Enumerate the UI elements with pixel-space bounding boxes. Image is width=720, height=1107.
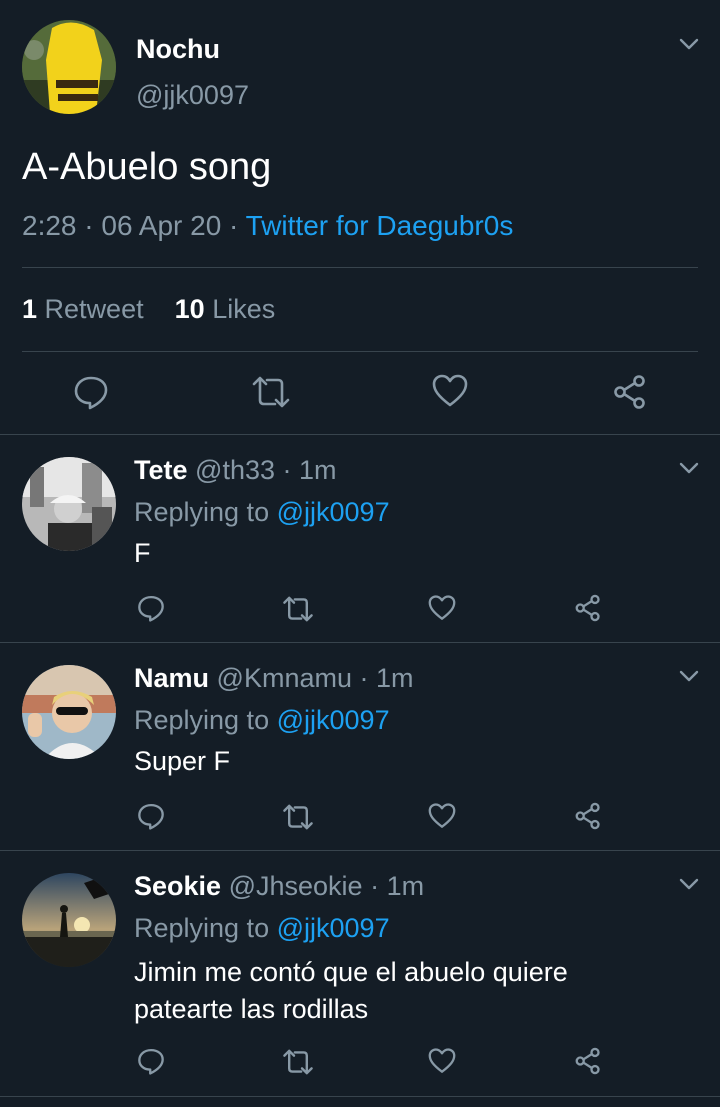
reply-header: Tete @th33 · 1m (134, 455, 337, 486)
retweet-icon[interactable] (282, 1049, 314, 1075)
replying-prefix: Replying to (134, 497, 270, 527)
replying-prefix: Replying to (134, 913, 270, 943)
divider (22, 351, 698, 352)
mention-link[interactable]: @jjk0097 (277, 705, 390, 735)
mention-link[interactable]: @jjk0097 (277, 913, 390, 943)
display-name[interactable]: Tete (134, 455, 188, 485)
tweet-text: A-Abuelo song (22, 146, 272, 188)
display-name[interactable]: Namu (134, 663, 209, 693)
divider (0, 434, 720, 435)
reply-text: Jimin me contó que el abuelo quiere pate… (134, 954, 568, 1028)
share-icon[interactable] (574, 594, 602, 622)
retweet-icon[interactable] (282, 804, 314, 830)
tweet-stats: 1 Retweet 10 Likes (22, 294, 275, 325)
handle[interactable]: @th33 (195, 455, 275, 485)
speech-bubble-icon[interactable] (137, 802, 165, 830)
tweet-source-link[interactable]: Twitter for Daegubr0s (246, 210, 514, 241)
divider (0, 1096, 720, 1097)
divider (0, 850, 720, 851)
reply-time: · 1m (370, 871, 425, 901)
display-name[interactable]: Nochu (136, 34, 220, 65)
meta-separator: · (84, 210, 94, 241)
divider (0, 642, 720, 643)
retweets-stat[interactable]: 1 Retweet (22, 294, 151, 324)
heart-icon[interactable] (432, 374, 468, 408)
reply-time: · 1m (359, 663, 414, 693)
divider (22, 267, 698, 268)
likes-count: 10 (174, 294, 205, 324)
replying-to: Replying to @jjk0097 (134, 913, 390, 944)
meta-separator: · (229, 210, 239, 241)
share-icon[interactable] (612, 374, 648, 410)
share-icon[interactable] (574, 802, 602, 830)
speech-bubble-icon[interactable] (73, 374, 109, 410)
chevron-down-icon[interactable] (678, 460, 700, 476)
avatar[interactable] (22, 665, 116, 759)
avatar[interactable] (22, 873, 116, 967)
reply-text-line: patearte las rodillas (134, 994, 369, 1024)
tweet-date: 06 Apr 20 (101, 210, 222, 241)
likes-label: Likes (212, 294, 276, 324)
retweets-count: 1 (22, 294, 38, 324)
reply-time: · 1m (282, 455, 337, 485)
reply-text-line: Jimin me contó que el abuelo quiere (134, 957, 568, 987)
retweet-icon[interactable] (282, 596, 314, 622)
avatar[interactable] (22, 20, 116, 114)
heart-icon[interactable] (428, 803, 456, 829)
likes-stat[interactable]: 10 Likes (175, 294, 276, 324)
reply-header: Namu @Kmnamu · 1m (134, 663, 414, 694)
tweet-time: 2:28 (22, 210, 77, 241)
reply-text: F (134, 538, 151, 568)
chevron-down-icon[interactable] (678, 668, 700, 684)
mention-link[interactable]: @jjk0097 (277, 497, 390, 527)
chevron-down-icon[interactable] (678, 36, 700, 52)
speech-bubble-icon[interactable] (137, 1047, 165, 1075)
reply-text: Super F (134, 746, 231, 776)
handle[interactable]: @jjk0097 (136, 80, 249, 111)
heart-icon[interactable] (428, 1048, 456, 1074)
replying-to: Replying to @jjk0097 (134, 705, 390, 736)
heart-icon[interactable] (428, 595, 456, 621)
chevron-down-icon[interactable] (678, 876, 700, 892)
handle[interactable]: @Jhseokie (229, 871, 363, 901)
retweet-icon[interactable] (251, 376, 291, 408)
display-name[interactable]: Seokie (134, 871, 221, 901)
share-icon[interactable] (574, 1047, 602, 1075)
avatar[interactable] (22, 457, 116, 551)
speech-bubble-icon[interactable] (137, 594, 165, 622)
retweets-label: Retweet (44, 294, 144, 324)
reply-header: Seokie @Jhseokie · 1m (134, 871, 424, 902)
tweet-meta: 2:28 · 06 Apr 20 · Twitter for Daegubr0s (22, 210, 513, 242)
replying-prefix: Replying to (134, 705, 270, 735)
handle[interactable]: @Kmnamu (217, 663, 352, 693)
replying-to: Replying to @jjk0097 (134, 497, 390, 528)
